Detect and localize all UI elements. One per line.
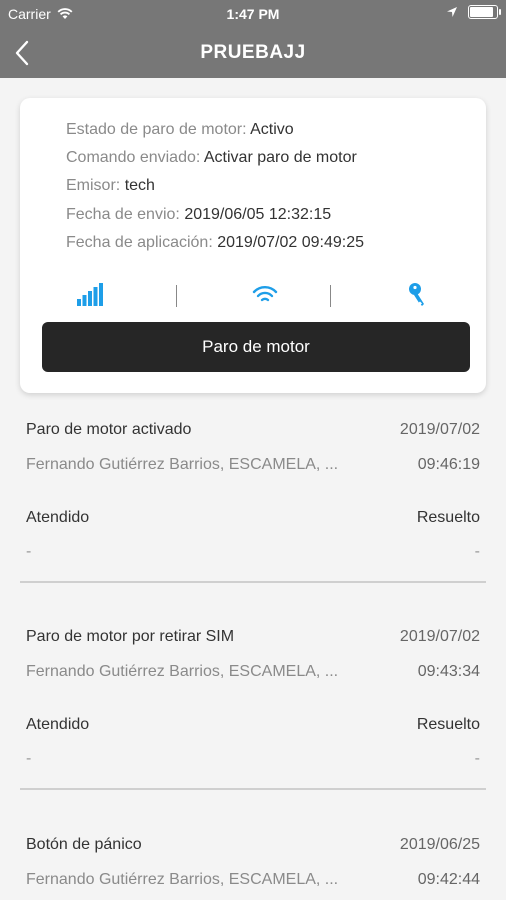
info-row-fecha-envio: Fecha de envio: 2019/06/05 12:32:15 [66,201,364,229]
event-date: 2019/07/02 [399,421,480,438]
signal-bars-icon[interactable] [77,282,103,306]
info-value: Activar paro de motor [203,149,357,167]
event-title-row: Paro de motor por retirar SIM 2019/07/02 [26,628,480,646]
event-sub-row: Fernando Gutiérrez Barrios, ESCAMELA, ..… [26,456,480,474]
status-icons-row [20,280,486,310]
event-status-row: Atendido Resuelto [26,509,480,527]
info-value: tech [124,177,155,195]
resuelto-label: Resuelto [416,509,480,526]
info-row-fecha-aplicacion: Fecha de aplicación: 2019/07/02 09:49:25 [66,229,364,257]
info-value: Activo [250,121,294,138]
info-value: 2019/07/02 09:49:25 [217,233,365,251]
resuelto-value: - [474,750,480,767]
clock: 1:47 PM [226,6,280,22]
motor-status-card: Estado de paro de motor: Activo Comando … [20,98,486,393]
event-person: Fernando Gutiérrez Barrios, ESCAMELA, ..… [26,871,339,888]
event-person: Fernando Gutiérrez Barrios, ESCAMELA, ..… [26,456,339,473]
info-label: Fecha de aplicación: [66,233,213,251]
event-sub-row: Fernando Gutiérrez Barrios, ESCAMELA, ..… [26,663,480,681]
event-status-row: Atendido Resuelto [26,716,480,734]
paro-de-motor-button[interactable]: Paro de motor [42,322,470,372]
battery-icon [468,5,501,19]
info-label: Fecha de envio: [66,205,180,223]
event-person: Fernando Gutiérrez Barrios, ESCAMELA, ..… [26,663,339,680]
event-status-values: - - [26,543,480,561]
atendido-label: Atendido [26,509,90,526]
event-title-row: Botón de pánico 2019/06/25 [26,836,480,854]
atendido-label: Atendido [26,716,90,733]
info-label: Emisor: [66,177,121,195]
icon-divider [176,285,177,307]
event-item[interactable]: Paro de motor por retirar SIM 2019/07/02… [0,628,506,813]
event-date: 2019/06/25 [399,836,480,853]
event-date: 2019/07/02 [399,628,480,645]
event-title: Paro de motor por retirar SIM [26,628,235,645]
event-divider [20,581,486,583]
wifi-icon[interactable] [252,286,278,304]
event-title: Paro de motor activado [26,421,192,438]
event-title-row: Paro de motor activado 2019/07/02 [26,421,480,439]
event-time: 09:42:44 [417,871,480,888]
event-time: 09:46:19 [417,456,480,473]
atendido-value: - [26,543,32,560]
atendido-value: - [26,750,32,767]
event-item[interactable]: Botón de pánico 2019/06/25 Fernando Guti… [0,836,506,900]
status-bar: Carrier 1:47 PM [0,0,506,28]
info-value: 2019/06/05 12:32:15 [184,205,332,223]
resuelto-value: - [474,543,480,560]
event-time: 09:43:34 [417,663,480,680]
location-arrow-icon [447,7,457,17]
page-title: PRUEBAJJ [200,42,306,63]
status-right [446,5,501,19]
info-label: Estado de paro de motor: [66,121,247,138]
resuelto-label: Resuelto [416,716,480,733]
event-divider [20,788,486,790]
info-row-estado: Estado de paro de motor: Activo [66,116,364,144]
key-icon[interactable] [408,282,428,308]
event-title: Botón de pánico [26,836,142,853]
motor-info-list: Estado de paro de motor: Activo Comando … [66,116,364,257]
info-label: Comando enviado: [66,149,201,167]
info-row-comando: Comando enviado: Activar paro de motor [66,144,364,172]
icon-divider [330,285,331,307]
event-status-values: - - [26,750,480,768]
event-item[interactable]: Paro de motor activado 2019/07/02 Fernan… [0,421,506,606]
nav-bar: PRUEBAJJ [0,28,506,78]
event-sub-row: Fernando Gutiérrez Barrios, ESCAMELA, ..… [26,871,480,889]
info-row-emisor: Emisor: tech [66,172,364,200]
